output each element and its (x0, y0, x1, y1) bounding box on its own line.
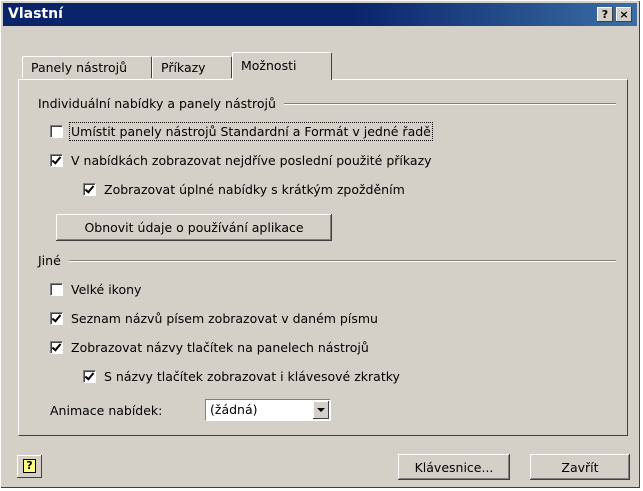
checkbox-label-recent-commands: V nabídkách zobrazovat nejdříve poslední… (71, 153, 432, 168)
animation-select-value: (žádná) (210, 402, 258, 417)
help-icon: ? (23, 459, 36, 473)
checkbox-same-row[interactable] (50, 125, 63, 138)
checkbox-label-font-names: Seznam názvů písem zobrazovat v daném pí… (71, 311, 378, 326)
checkbox-row-same-row[interactable]: Umístit panely nástrojů Standardní a For… (50, 122, 433, 141)
close-title-button[interactable]: × (616, 7, 632, 22)
section-individual-menus: Individuální nabídky a panely nástrojů (38, 96, 616, 111)
checkbox-row-font-names[interactable]: Seznam názvů písem zobrazovat v daném pí… (50, 311, 378, 326)
checkbox-row-screentips[interactable]: Zobrazovat názvy tlačítek na panelech ná… (50, 340, 369, 355)
section-divider (68, 259, 616, 262)
checkbox-screentips[interactable] (50, 341, 63, 354)
tab-prikazy[interactable]: Příkazy (152, 56, 232, 78)
checkbox-label-same-row: Umístit panely nástrojů Standardní a For… (69, 122, 433, 141)
animation-label: Animace nabídek: (50, 403, 163, 418)
checkbox-label-shortcut-keys: S názvy tlačítek zobrazovat i klávesové … (104, 369, 400, 384)
section-other: Jiné (38, 253, 616, 268)
animation-select[interactable]: (žádná) (205, 399, 331, 421)
checkbox-font-names[interactable] (50, 312, 63, 325)
tab-panely-nastroju[interactable]: Panely nástrojů (22, 56, 152, 78)
checkbox-recent-commands[interactable] (50, 154, 63, 167)
window-title: Vlastní (8, 6, 63, 22)
close-button[interactable]: Zavřít (530, 454, 630, 480)
tab-moznosti[interactable]: Možnosti (232, 52, 332, 80)
reset-usage-button[interactable]: Obnovit údaje o používání aplikace (56, 214, 332, 241)
keyboard-button[interactable]: Klávesnice... (398, 454, 510, 480)
checkbox-row-full-menus[interactable]: Zobrazovat úplné nabídky s krátkým zpožd… (83, 182, 405, 197)
checkbox-row-large-icons[interactable]: Velké ikony (50, 282, 141, 297)
section-divider (283, 102, 616, 105)
help-title-button[interactable]: ? (597, 7, 613, 22)
help-button[interactable]: ? (17, 455, 42, 478)
chevron-down-icon[interactable] (313, 401, 329, 419)
checkbox-label-full-menus: Zobrazovat úplné nabídky s krátkým zpožd… (104, 182, 405, 197)
checkbox-label-screentips: Zobrazovat názvy tlačítek na panelech ná… (71, 340, 369, 355)
checkbox-full-menus[interactable] (83, 183, 96, 196)
checkbox-large-icons[interactable] (50, 283, 63, 296)
title-bar[interactable]: Vlastní ? × (3, 3, 637, 26)
section-title-other: Jiné (38, 253, 61, 268)
customize-dialog: Vlastní ? × Panely nástrojů Příkazy Možn… (0, 0, 640, 488)
section-title-individual: Individuální nabídky a panely nástrojů (38, 96, 276, 111)
checkbox-shortcut-keys[interactable] (83, 370, 96, 383)
checkbox-row-recent-commands[interactable]: V nabídkách zobrazovat nejdříve poslední… (50, 153, 432, 168)
checkbox-label-large-icons: Velké ikony (71, 282, 142, 297)
checkbox-row-shortcut-keys[interactable]: S názvy tlačítek zobrazovat i klávesové … (83, 369, 400, 384)
